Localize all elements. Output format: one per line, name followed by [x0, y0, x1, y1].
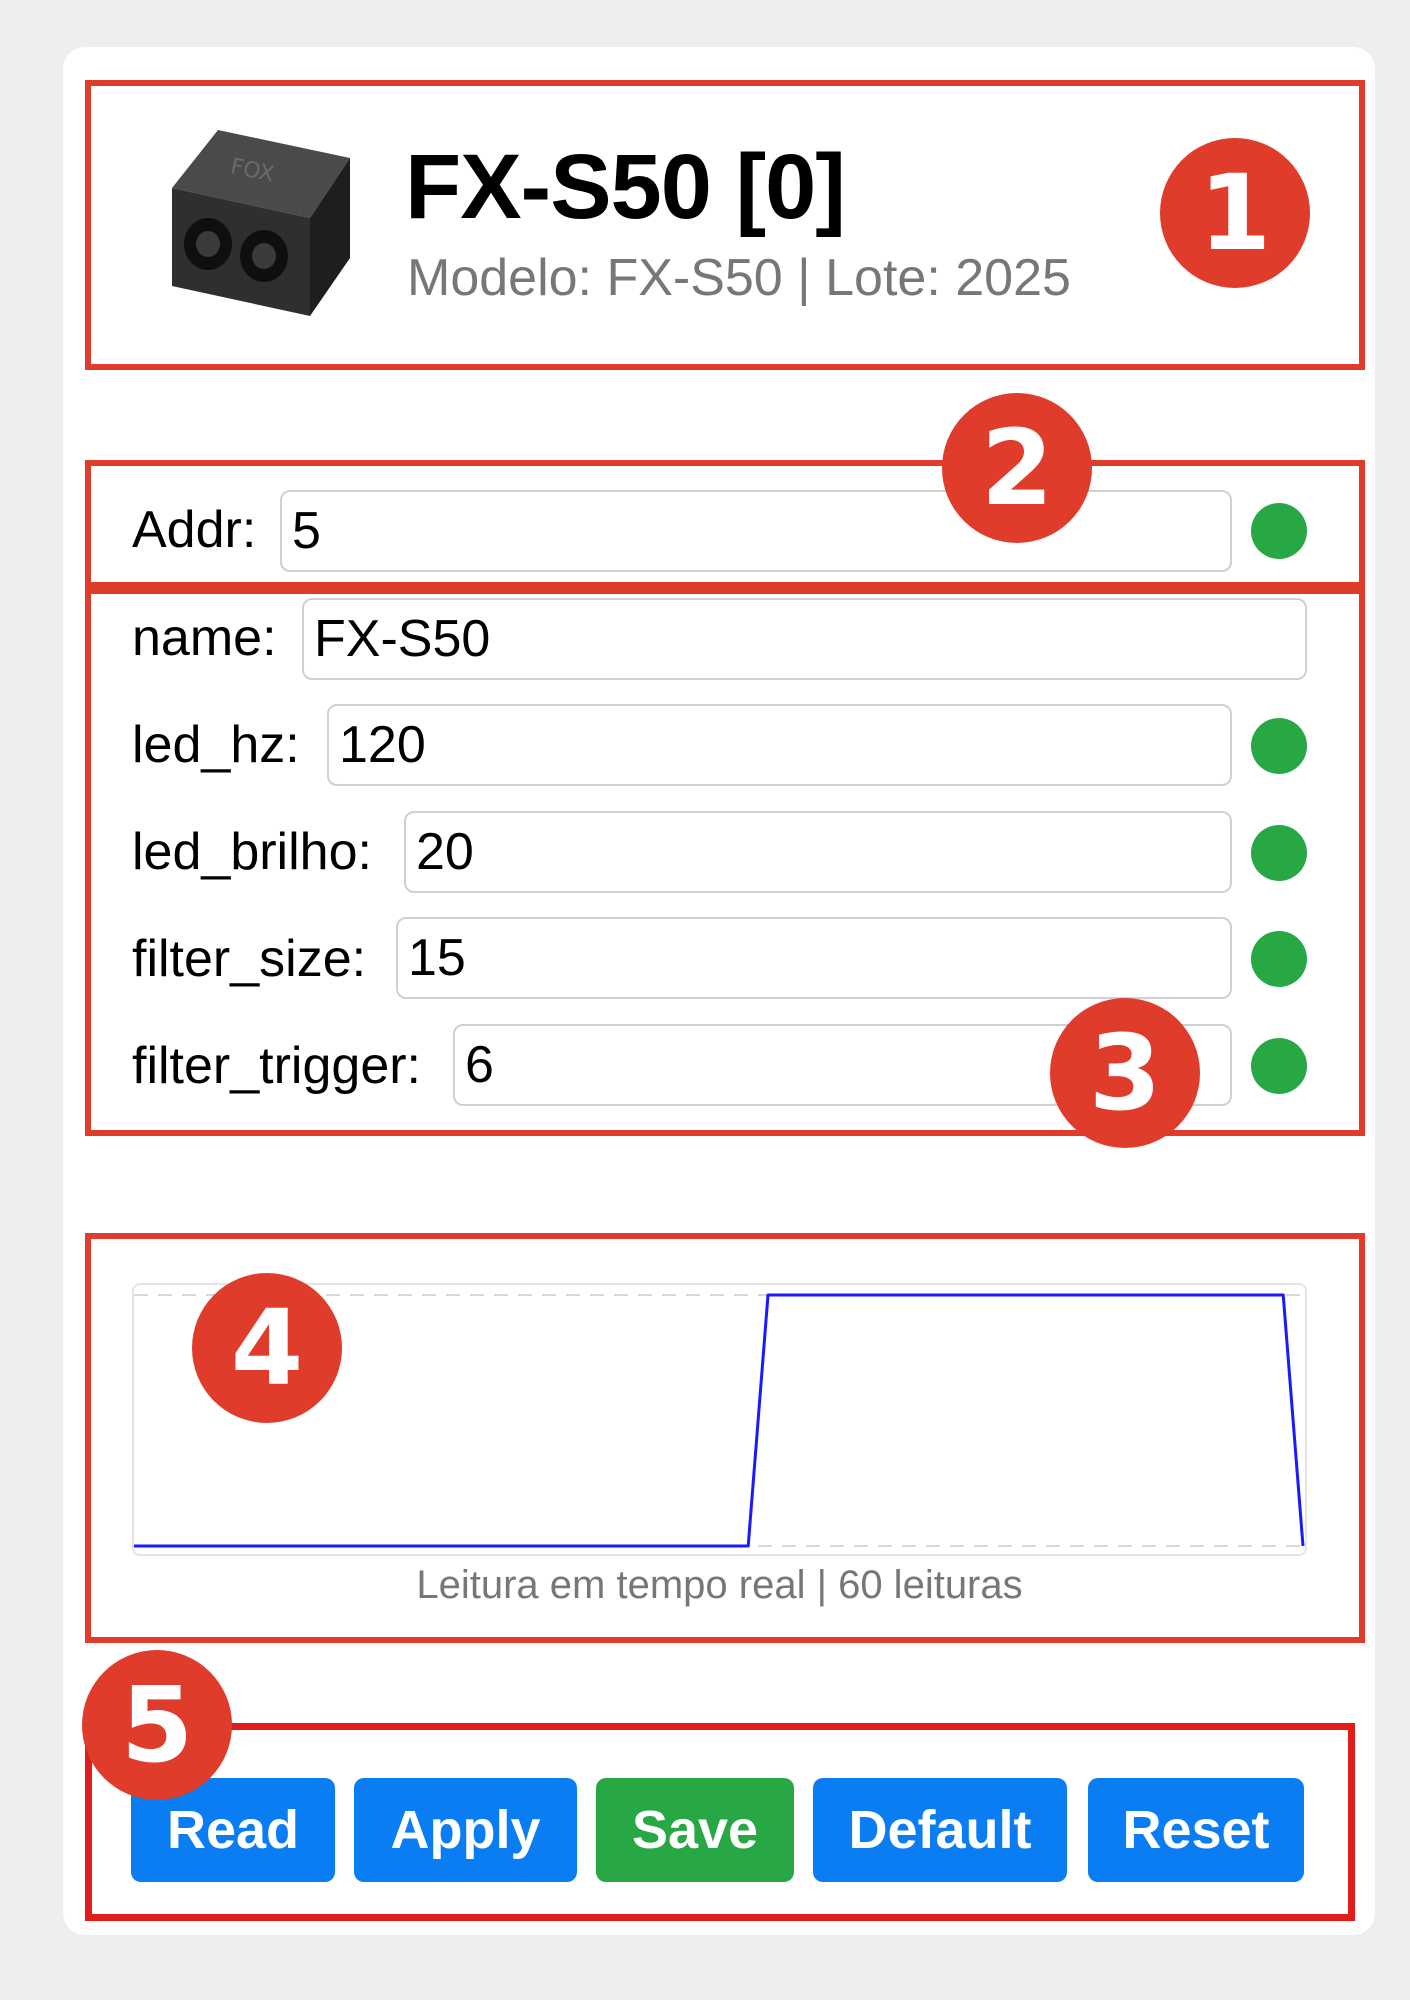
param-input-led-brilho[interactable] — [404, 811, 1232, 893]
annotation-badge-1: 1 — [1160, 138, 1310, 288]
param-status-dot-led-hz — [1251, 718, 1307, 774]
param-status-dot-led-brilho — [1251, 825, 1307, 881]
default-button[interactable]: Default — [813, 1778, 1067, 1882]
annotation-badge-5: 5 — [82, 1650, 232, 1800]
addr-status-dot — [1251, 503, 1307, 559]
annotation-badge-3: 3 — [1050, 998, 1200, 1148]
chart-caption: Leitura em tempo real | 60 leituras — [416, 1563, 1023, 1607]
save-button[interactable]: Save — [596, 1778, 794, 1882]
param-input-led-hz[interactable] — [327, 704, 1232, 786]
annotation-badge-4: 4 — [192, 1273, 342, 1423]
param-label-led-hz: led_hz: — [132, 716, 300, 774]
param-label-led-brilho: led_brilho: — [132, 823, 372, 881]
addr-label: Addr: — [132, 501, 257, 559]
device-title: FX-S50 [0] — [405, 136, 846, 238]
param-input-name[interactable] — [302, 598, 1307, 680]
param-status-dot-filter-size — [1251, 931, 1307, 987]
sensor-device-icon: FOX — [172, 130, 350, 316]
addr-input[interactable] — [280, 490, 1232, 572]
device-subtitle: Modelo: FX-S50 | Lote: 2025 — [407, 249, 1071, 307]
param-label-filter-size: filter_size: — [132, 930, 367, 988]
reset-button[interactable]: Reset — [1088, 1778, 1304, 1882]
apply-button[interactable]: Apply — [354, 1778, 577, 1882]
param-status-dot-filter-trigger — [1251, 1038, 1307, 1094]
annotation-badge-2: 2 — [942, 393, 1092, 543]
param-label-name: name: — [132, 609, 277, 667]
param-label-filter-trigger: filter_trigger: — [132, 1037, 421, 1095]
param-input-filter-size[interactable] — [396, 917, 1232, 999]
